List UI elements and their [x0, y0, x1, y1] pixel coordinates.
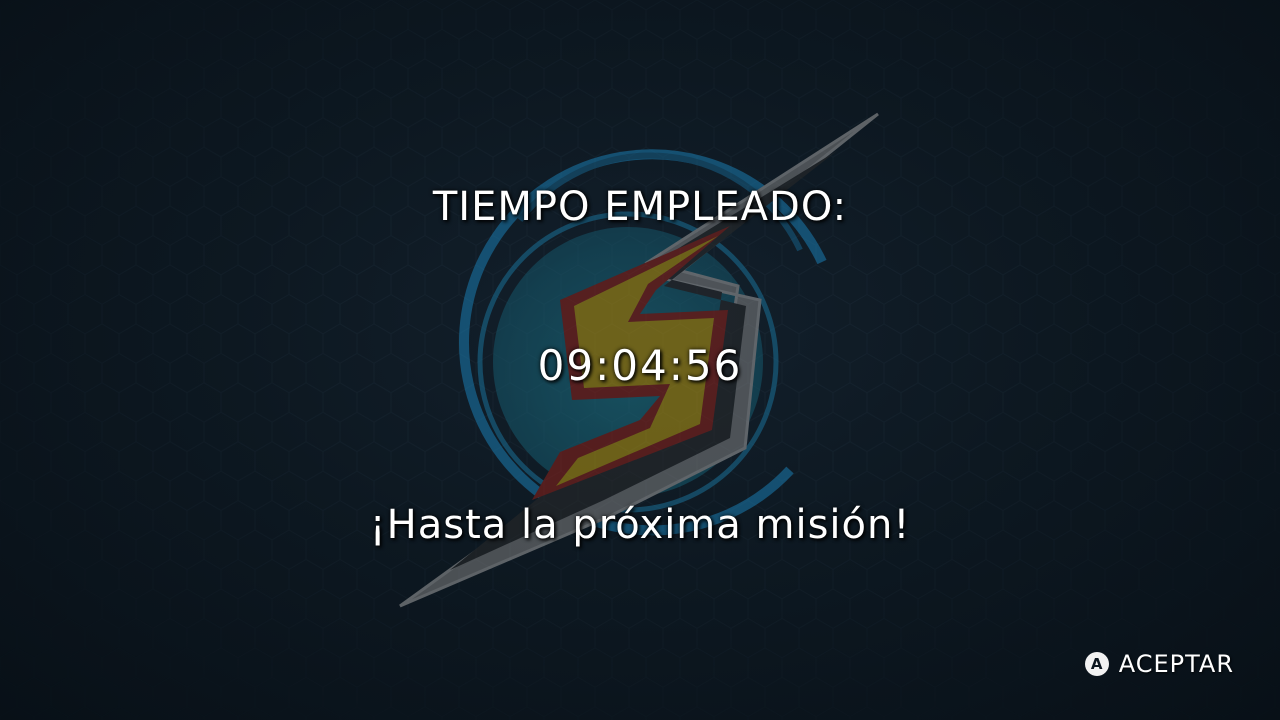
time-spent-value: 09:04:56 — [537, 341, 743, 390]
accept-button[interactable]: A ACEPTAR — [1084, 648, 1234, 680]
farewell-message: ¡Hasta la próxima misión! — [369, 502, 911, 548]
accept-label: ACEPTAR — [1118, 650, 1234, 678]
a-button-icon: A — [1084, 652, 1109, 676]
game-results-screen: TIEMPO EMPLEADO: 09:04:56 ¡Hasta la próx… — [0, 0, 1280, 720]
time-spent-title: TIEMPO EMPLEADO: — [432, 184, 848, 230]
